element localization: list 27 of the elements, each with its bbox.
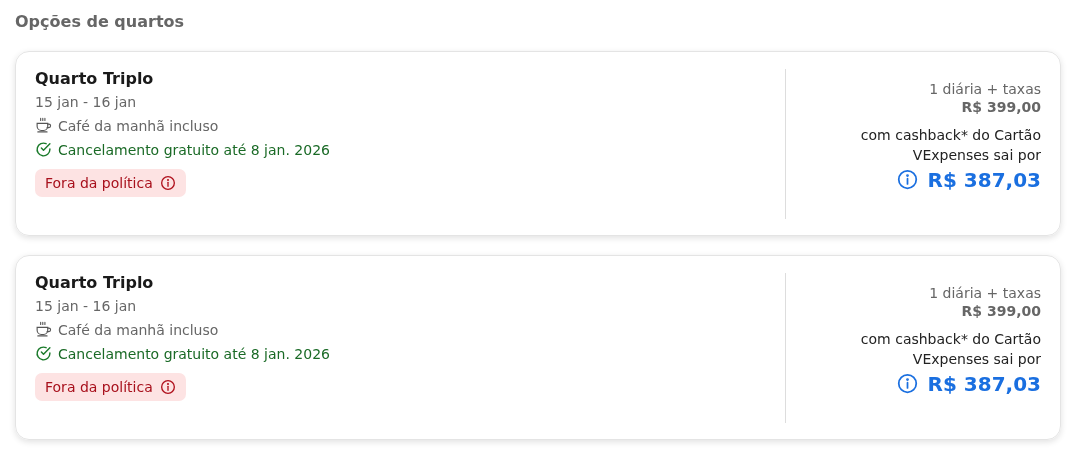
price-label: 1 diária + taxas [929,285,1041,301]
cashback-text: com cashback* do Cartão VExpenses sai por [859,330,1041,370]
final-price: R$ 387,03 [927,371,1041,396]
room-dates: 15 jan - 16 jan [35,298,138,314]
info-icon [159,379,176,395]
breakfast-text: Café da manhã incluso [58,321,219,338]
room-name: Quarto Triplo [35,273,155,292]
cancellation-text: Cancelamento gratuito até 8 jan. 2026 [58,141,330,158]
price-label: 1 diária + taxas [929,81,1041,97]
room-dates: 15 jan - 16 jan [35,94,138,110]
check-circle-icon [35,345,52,362]
cancellation-text: Cancelamento gratuito até 8 jan. 2026 [58,345,330,362]
original-price: R$ 399,00 [961,303,1041,319]
cashback-text: com cashback* do Cartão VExpenses sai por [859,126,1041,166]
original-price: R$ 399,00 [961,99,1041,115]
coffee-cup-icon [35,117,52,134]
policy-badge[interactable]: Fora da política [35,169,186,197]
info-icon[interactable] [896,373,918,395]
policy-badge[interactable]: Fora da política [35,373,186,401]
final-price: R$ 387,03 [927,167,1041,192]
room-name: Quarto Triplo [35,69,155,88]
coffee-cup-icon [35,321,52,338]
breakfast-text: Café da manhã incluso [58,117,219,134]
check-circle-icon [35,141,52,158]
info-icon[interactable] [896,169,918,191]
section-title: Opções de quartos [15,12,186,31]
info-icon [159,175,176,191]
